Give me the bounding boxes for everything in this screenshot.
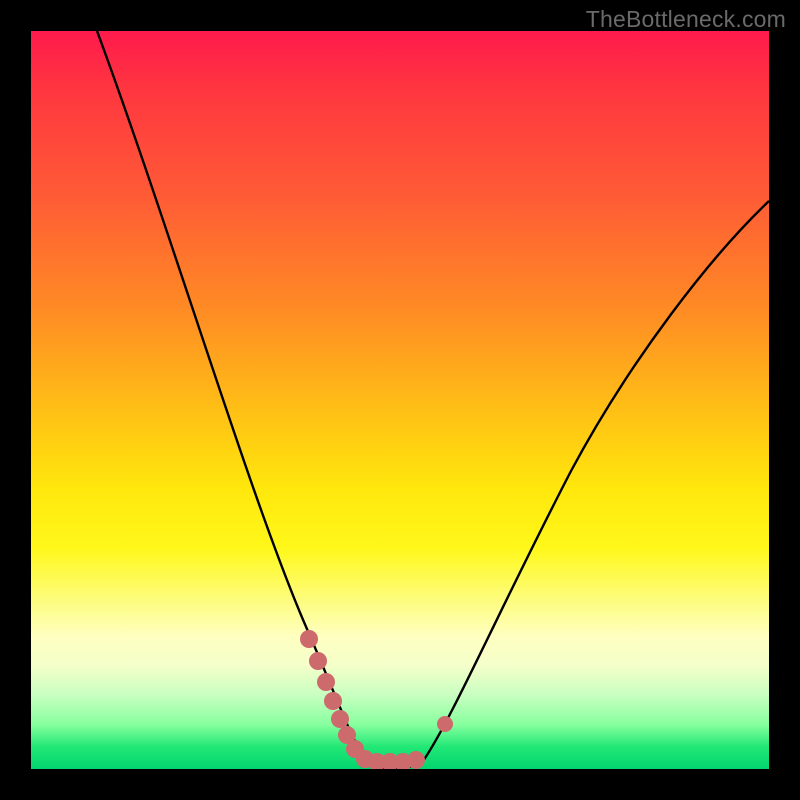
watermark-text: TheBottleneck.com [586, 6, 786, 33]
chart-plot-area [31, 31, 769, 769]
bottleneck-curve-path [97, 31, 769, 769]
bottleneck-curve-svg [31, 31, 769, 769]
